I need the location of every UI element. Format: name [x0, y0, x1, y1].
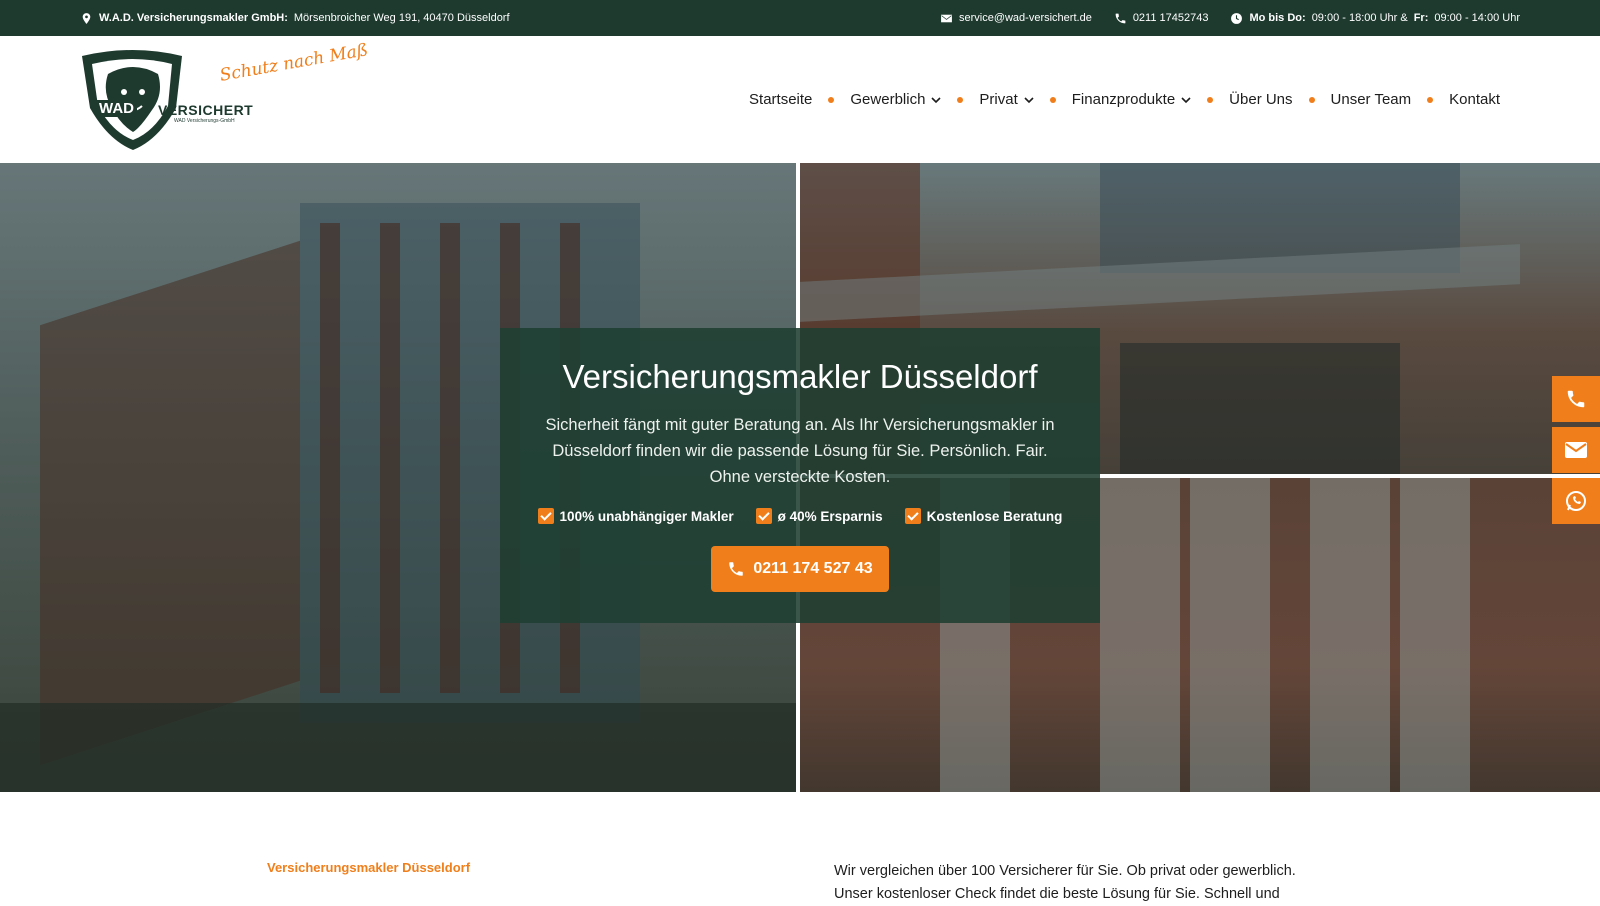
- top-info-bar: W.A.D. Versicherungsmakler GmbH: Mörsenb…: [0, 0, 1600, 36]
- nav-separator-dot: [1308, 96, 1315, 103]
- nav-label: Gewerblich: [850, 91, 926, 108]
- checkbox-icon: [537, 508, 554, 524]
- feature-list: 100% unabhängiger Makler ø 40% Ersparnis…: [500, 508, 1100, 524]
- email-text: service@wad-versichert.de: [958, 12, 1092, 24]
- nav-finanzprodukte[interactable]: Finanzprodukte: [1072, 91, 1191, 108]
- call-button-label: 0211 174 527 43: [753, 560, 873, 577]
- hero-section: Versicherungsmakler Düsseldorf Sicherhei…: [0, 163, 1600, 792]
- opening-hours: Mo bis Do: 09:00 - 18:00 Uhr & Fr: 09:00…: [1230, 12, 1520, 25]
- nav-label: Unser Team: [1330, 91, 1412, 108]
- nav-separator-dot: [1207, 96, 1214, 103]
- nav-label: Finanzprodukte: [1071, 91, 1176, 108]
- hours-value-2: 09:00 - 14:00 Uhr: [1434, 12, 1520, 24]
- logo-tagline: Schutz nach Maß: [218, 40, 370, 86]
- hero-description: Sicherheit fängt mit guter Beratung an. …: [545, 416, 1055, 486]
- nav-unser-team[interactable]: Unser Team: [1331, 91, 1412, 108]
- phone-icon: [1567, 390, 1585, 408]
- nav-privat[interactable]: Privat: [979, 91, 1034, 108]
- location-pin-icon: [82, 12, 91, 24]
- side-whatsapp-button[interactable]: [1552, 478, 1600, 524]
- main-navigation: Startseite Gewerblich Privat Finanzprodu…: [749, 36, 1500, 163]
- nav-label: Über Uns: [1229, 91, 1293, 108]
- clock-icon: [1231, 12, 1243, 24]
- feature-item: ø 40% Ersparnis: [755, 508, 883, 524]
- hours-label-2: Fr:: [1413, 12, 1429, 24]
- email-link[interactable]: service@wad-versichert.de: [940, 12, 1092, 25]
- intro-text: Wir vergleichen über 100 Versicherer für…: [834, 863, 1296, 902]
- feature-label: ø 40% Ersparnis: [777, 508, 883, 524]
- feature-item: Kostenlose Beratung: [904, 508, 1063, 524]
- hero-title: Versicherungsmakler Düsseldorf: [562, 358, 1038, 395]
- intro-label: Versicherungsmakler Düsseldorf: [267, 860, 471, 875]
- nav-ueber-uns[interactable]: Über Uns: [1229, 91, 1292, 108]
- nav-label: Privat: [979, 91, 1018, 108]
- phone-link[interactable]: 0211 17452743: [1114, 12, 1209, 25]
- whatsapp-icon: [1566, 491, 1586, 511]
- site-header: WAD VERSICHERT WAD Versicherungs-GmbH Sc…: [0, 36, 1600, 163]
- nav-startseite[interactable]: Startseite: [749, 91, 812, 108]
- mail-icon: [1565, 442, 1587, 458]
- nav-separator-dot: [957, 96, 964, 103]
- logo-wad: WAD: [96, 100, 137, 117]
- checkbox-icon: [904, 508, 921, 524]
- mail-icon: [941, 14, 952, 22]
- company-address: Mörsenbroicher Weg 191, 40470 Düsseldorf: [293, 12, 510, 24]
- phone-icon: [729, 562, 744, 576]
- phone-text: 0211 17452743: [1132, 12, 1209, 24]
- chevron-down-icon: [1024, 96, 1034, 103]
- nav-label: Kontakt: [1449, 91, 1500, 108]
- phone-icon: [1115, 13, 1126, 23]
- feature-label: 100% unabhängiger Makler: [559, 508, 734, 524]
- company-name: W.A.D. Versicherungsmakler GmbH:: [99, 12, 288, 24]
- hero-card: Versicherungsmakler Düsseldorf Sicherhei…: [500, 328, 1100, 623]
- side-phone-button[interactable]: [1552, 376, 1600, 422]
- side-contact-tabs: [1552, 376, 1600, 529]
- feature-label: Kostenlose Beratung: [926, 508, 1063, 524]
- nav-separator-dot: [1427, 96, 1434, 103]
- nav-separator-dot: [828, 96, 835, 103]
- side-mail-button[interactable]: [1552, 427, 1600, 473]
- site-logo[interactable]: WAD VERSICHERT WAD Versicherungs-GmbH Sc…: [78, 40, 370, 152]
- chevron-down-icon: [1181, 96, 1191, 103]
- chevron-down-icon: [931, 96, 941, 103]
- hours-value-1: 09:00 - 18:00 Uhr &: [1311, 12, 1408, 24]
- hours-label-1: Mo bis Do:: [1249, 12, 1306, 24]
- nav-label: Startseite: [749, 91, 813, 108]
- checkbox-icon: [755, 508, 772, 524]
- call-button[interactable]: 0211 174 527 43: [711, 546, 889, 592]
- feature-item: 100% unabhängiger Makler: [537, 508, 734, 524]
- nav-separator-dot: [1049, 96, 1056, 103]
- address-info: W.A.D. Versicherungsmakler GmbH: Mörsenb…: [80, 0, 510, 36]
- nav-kontakt[interactable]: Kontakt: [1449, 91, 1500, 108]
- logo-versichert: VERSICHERT: [158, 102, 254, 118]
- logo-subtitle: WAD Versicherungs-GmbH: [174, 118, 235, 124]
- nav-gewerblich[interactable]: Gewerblich: [850, 91, 941, 108]
